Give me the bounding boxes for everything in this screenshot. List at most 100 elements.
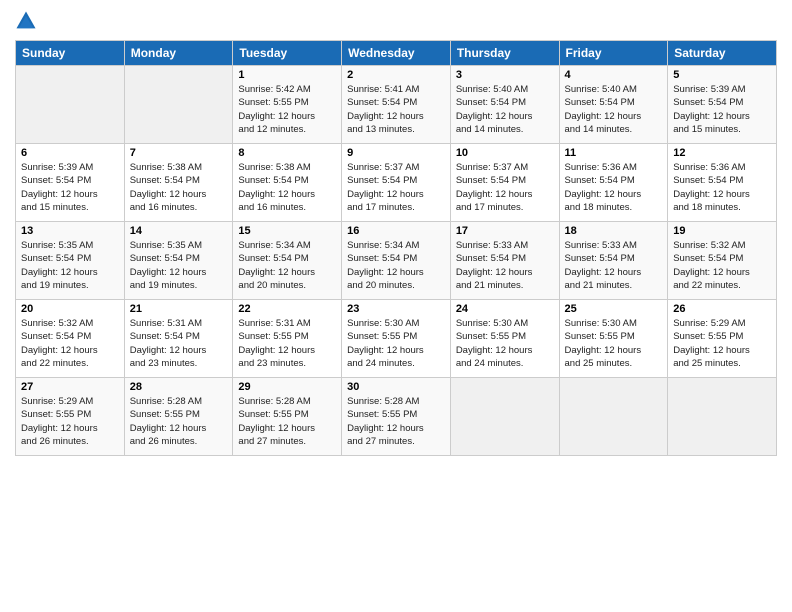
day-info-line: Sunrise: 5:36 AM (565, 162, 637, 173)
day-header-thursday: Thursday (450, 41, 559, 66)
calendar-cell: 1Sunrise: 5:42 AMSunset: 5:55 PMDaylight… (233, 66, 342, 144)
calendar-cell: 18Sunrise: 5:33 AMSunset: 5:54 PMDayligh… (559, 222, 668, 300)
day-info-line: Daylight: 12 hours (673, 111, 750, 122)
day-info: Sunrise: 5:40 AMSunset: 5:54 PMDaylight:… (456, 83, 554, 136)
day-info-line: Sunrise: 5:39 AM (673, 84, 745, 95)
logo (15, 10, 40, 32)
day-info-line: Daylight: 12 hours (238, 267, 315, 278)
day-info-line: and 17 minutes. (456, 202, 524, 213)
day-info-line: Sunrise: 5:30 AM (565, 318, 637, 329)
day-info-line: and 20 minutes. (347, 280, 415, 291)
day-info-line: Sunset: 5:54 PM (130, 253, 200, 264)
calendar-cell: 9Sunrise: 5:37 AMSunset: 5:54 PMDaylight… (342, 144, 451, 222)
day-info: Sunrise: 5:39 AMSunset: 5:54 PMDaylight:… (21, 161, 119, 214)
calendar-cell: 14Sunrise: 5:35 AMSunset: 5:54 PMDayligh… (124, 222, 233, 300)
day-number: 1 (238, 69, 336, 81)
day-info-line: Daylight: 12 hours (238, 189, 315, 200)
calendar-cell: 8Sunrise: 5:38 AMSunset: 5:54 PMDaylight… (233, 144, 342, 222)
day-info-line: Sunset: 5:54 PM (673, 175, 743, 186)
day-info-line: Sunset: 5:54 PM (565, 253, 635, 264)
day-number: 15 (238, 225, 336, 237)
day-info-line: Sunset: 5:54 PM (21, 175, 91, 186)
day-number: 6 (21, 147, 119, 159)
day-info-line: Sunrise: 5:38 AM (130, 162, 202, 173)
day-info-line: Daylight: 12 hours (238, 111, 315, 122)
page: SundayMondayTuesdayWednesdayThursdayFrid… (0, 0, 792, 612)
day-info-line: and 16 minutes. (130, 202, 198, 213)
calendar-cell (16, 66, 125, 144)
day-info-line: Sunrise: 5:30 AM (456, 318, 528, 329)
day-info-line: Sunset: 5:54 PM (456, 97, 526, 108)
day-header-monday: Monday (124, 41, 233, 66)
day-info-line: Daylight: 12 hours (347, 267, 424, 278)
calendar-cell: 10Sunrise: 5:37 AMSunset: 5:54 PMDayligh… (450, 144, 559, 222)
week-row-1: 6 Sunrise: 5:39 AMSunset: 5:54 PMDaylight… (16, 144, 777, 222)
day-number: 7 (130, 147, 228, 159)
day-info-line: Sunset: 5:55 PM (565, 331, 635, 342)
day-info-line: Sunrise: 5:32 AM (673, 240, 745, 251)
day-info-line: Sunrise: 5:31 AM (238, 318, 310, 329)
day-info: Sunrise: 5:39 AM Sunset: 5:54 PM Daylight:… (673, 83, 771, 136)
calendar-cell: 30Sunrise: 5:28 AMSunset: 5:55 PMDayligh… (342, 378, 451, 456)
day-number: 25 (565, 303, 663, 315)
calendar-body: 1Sunrise: 5:42 AMSunset: 5:55 PMDaylight… (16, 66, 777, 456)
day-info-line: and 14 minutes. (456, 124, 524, 135)
day-info-line: Sunset: 5:54 PM (565, 97, 635, 108)
day-info-line: Sunrise: 5:37 AM (456, 162, 528, 173)
day-info-line: and 27 minutes. (347, 436, 415, 447)
day-info-line: Sunrise: 5:34 AM (347, 240, 419, 251)
calendar-cell: 2 Sunrise: 5:41 AMSunset: 5:54 PMDaylight… (342, 66, 451, 144)
day-info-line: Sunset: 5:54 PM (130, 331, 200, 342)
day-info-line: and 22 minutes. (21, 358, 89, 369)
day-info-line: Sunset: 5:55 PM (238, 409, 308, 420)
day-info-line: Sunset: 5:55 PM (673, 331, 743, 342)
day-info-line: Sunset: 5:55 PM (347, 331, 417, 342)
day-info-line: Sunrise: 5:37 AM (347, 162, 419, 173)
day-info-line: Daylight: 12 hours (21, 189, 98, 200)
day-number: 8 (238, 147, 336, 159)
day-info: Sunrise: 5:33 AMSunset: 5:54 PMDaylight:… (456, 239, 554, 292)
day-info-line: and 15 minutes. (21, 202, 89, 213)
day-info-line: Daylight: 12 hours (130, 267, 207, 278)
day-header-sunday: Sunday (16, 41, 125, 66)
day-info-line: Daylight: 12 hours (130, 189, 207, 200)
day-info: Sunrise: 5:34 AMSunset: 5:54 PMDaylight:… (347, 239, 445, 292)
day-info-line: Daylight: 12 hours (565, 345, 642, 356)
calendar-cell: 24Sunrise: 5:30 AMSunset: 5:55 PMDayligh… (450, 300, 559, 378)
day-info: Sunrise: 5:32 AMSunset: 5:54 PMDaylight:… (21, 317, 119, 370)
day-info-line: Sunset: 5:54 PM (673, 97, 743, 108)
day-info: Sunrise: 5:35 AMSunset: 5:54 PMDaylight:… (21, 239, 119, 292)
day-info-line: Daylight: 12 hours (347, 423, 424, 434)
day-number: 23 (347, 303, 445, 315)
day-info: Sunrise: 5:38 AM Sunset: 5:54 PM Daylight:… (130, 161, 228, 214)
day-info-line: Sunset: 5:54 PM (130, 175, 200, 186)
day-info: Sunrise: 5:31 AMSunset: 5:54 PMDaylight:… (130, 317, 228, 370)
calendar-cell: 11Sunrise: 5:36 AMSunset: 5:54 PMDayligh… (559, 144, 668, 222)
day-header-tuesday: Tuesday (233, 41, 342, 66)
day-info-line: and 23 minutes. (130, 358, 198, 369)
day-number: 24 (456, 303, 554, 315)
day-info-line: Daylight: 12 hours (347, 345, 424, 356)
day-info-line: and 23 minutes. (238, 358, 306, 369)
day-number: 16 (347, 225, 445, 237)
day-info-line: Sunset: 5:54 PM (673, 253, 743, 264)
day-info-line: Daylight: 12 hours (673, 189, 750, 200)
day-number: 2 (347, 69, 445, 81)
logo-icon (15, 10, 37, 32)
calendar-cell: 5Sunrise: 5:39 AMSunset: 5:54 PMDaylight… (668, 66, 777, 144)
day-info: Sunrise: 5:40 AMSunset: 5:54 PMDaylight:… (565, 83, 663, 136)
day-info: Sunrise: 5:34 AMSunset: 5:54 PMDaylight:… (238, 239, 336, 292)
day-info: Sunrise: 5:41 AMSunset: 5:54 PMDaylight:… (347, 83, 445, 136)
day-info-line: Daylight: 12 hours (238, 345, 315, 356)
calendar-header: SundayMondayTuesdayWednesdayThursdayFrid… (16, 41, 777, 66)
day-info-line: Sunrise: 5:28 AM (238, 396, 310, 407)
day-header-friday: Friday (559, 41, 668, 66)
day-info-line: Sunrise: 5:29 AM (673, 318, 745, 329)
calendar-cell: 20Sunrise: 5:32 AMSunset: 5:54 PMDayligh… (16, 300, 125, 378)
day-number: 28 (130, 381, 228, 393)
calendar-cell: 6 Sunrise: 5:39 AMSunset: 5:54 PMDaylight… (16, 144, 125, 222)
calendar-cell: 4Sunrise: 5:40 AMSunset: 5:54 PMDaylight… (559, 66, 668, 144)
day-info: Sunrise: 5:28 AMSunset: 5:55 PMDaylight:… (130, 395, 228, 448)
calendar-cell: 17Sunrise: 5:33 AMSunset: 5:54 PMDayligh… (450, 222, 559, 300)
calendar-cell: 15 Sunrise: 5:34 AMSunset: 5:54 PMDayligh… (233, 222, 342, 300)
